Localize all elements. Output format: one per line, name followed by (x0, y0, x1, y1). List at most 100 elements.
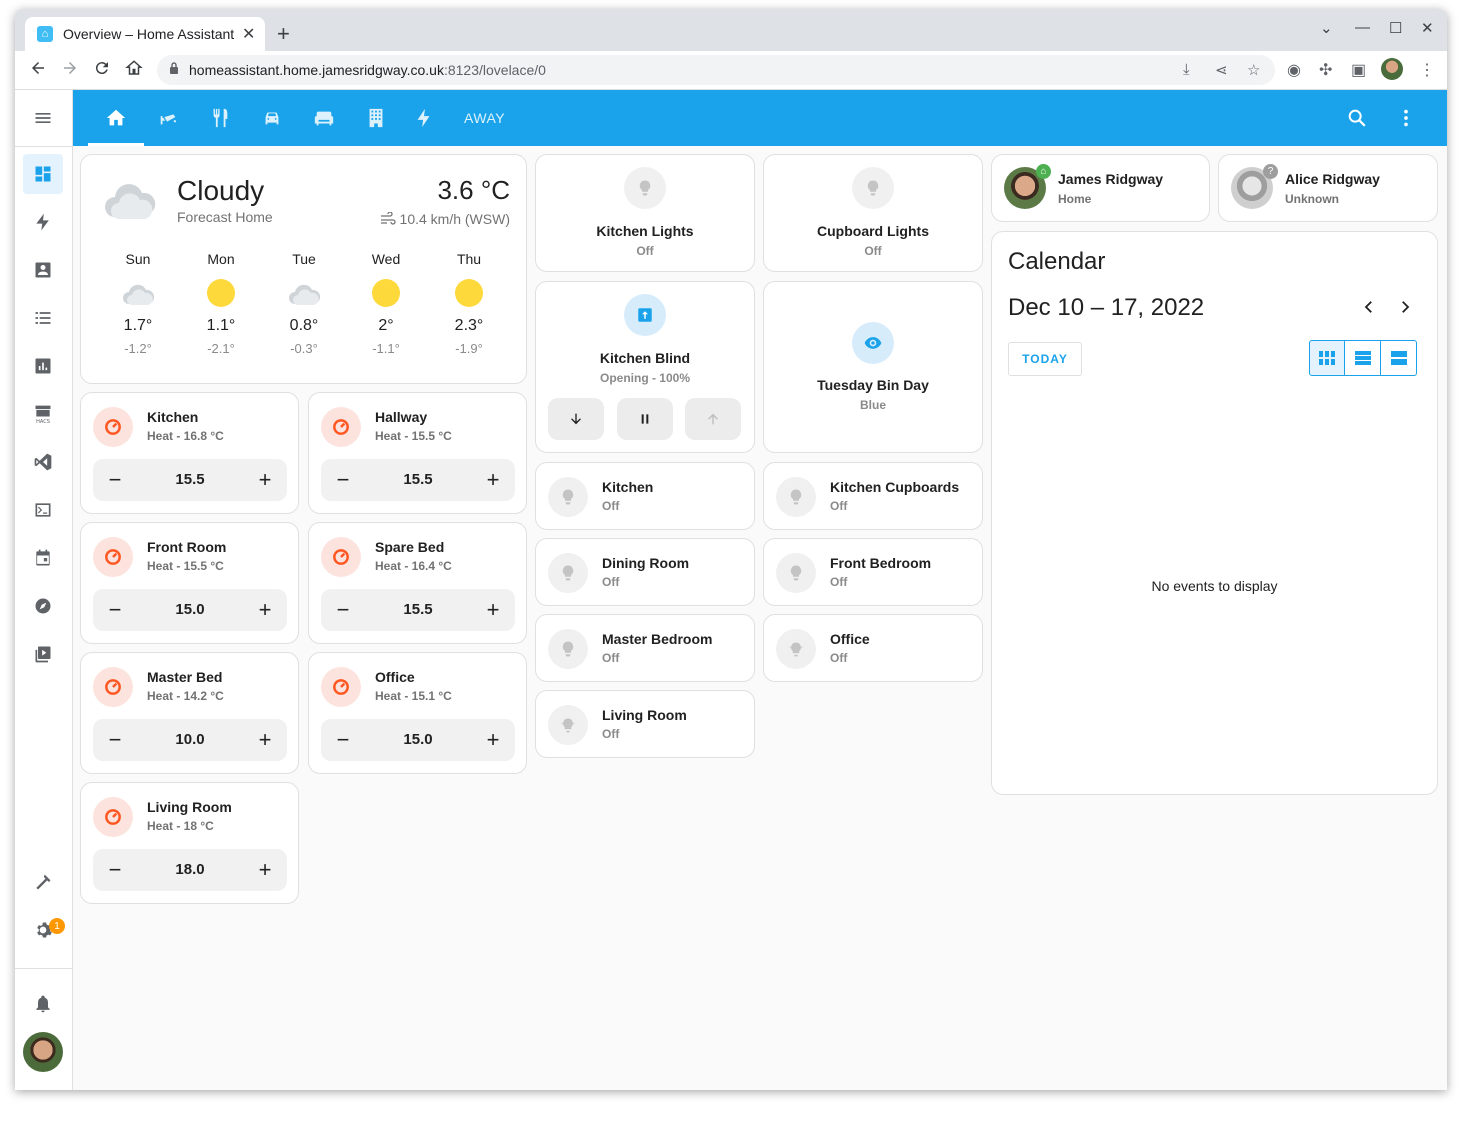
light-tile[interactable]: Kitchen Cupboards Off (763, 462, 983, 530)
tab-energy[interactable] (412, 106, 436, 130)
light-tile[interactable]: Kitchen Off (535, 462, 755, 530)
light-tile[interactable]: Dining Room Off (535, 538, 755, 606)
tab-home[interactable] (88, 106, 144, 146)
sidebar-item-terminal[interactable] (23, 490, 63, 530)
close-window-icon[interactable]: ✕ (1421, 19, 1434, 37)
tab-living-room[interactable] (312, 106, 336, 130)
light-tile[interactable]: Front Bedroom Off (763, 538, 983, 606)
thermostat-card[interactable]: Kitchen Heat - 16.8 °C − 15.5 + (80, 392, 299, 514)
tab-search-icon[interactable]: ⌄ (1320, 19, 1333, 37)
sidebar-item-map[interactable] (23, 586, 63, 626)
reload-icon[interactable] (93, 59, 111, 82)
lightbulb-icon[interactable] (776, 553, 816, 593)
thermostat-icon[interactable] (93, 797, 133, 837)
increase-temperature-button[interactable]: + (481, 467, 505, 493)
extensions-puzzle-icon[interactable]: ✣ (1319, 60, 1332, 80)
kitchen-blind-card[interactable]: Kitchen Blind Opening - 100% (535, 281, 755, 453)
lightbulb-icon[interactable] (548, 477, 588, 517)
decrease-temperature-button[interactable]: − (103, 727, 127, 753)
sidebar-item-calendar[interactable] (23, 538, 63, 578)
chevron-left-icon[interactable] (1360, 298, 1378, 322)
increase-temperature-button[interactable]: + (253, 857, 277, 883)
sidebar-item-overview[interactable] (23, 154, 63, 194)
open-cover-button[interactable] (685, 398, 741, 440)
decrease-temperature-button[interactable]: − (103, 467, 127, 493)
close-cover-button[interactable] (548, 398, 604, 440)
light-tile[interactable]: Office Off (763, 614, 983, 682)
share-icon[interactable]: ⋖ (1215, 61, 1228, 79)
week-view-button[interactable] (1345, 340, 1381, 376)
thermostat-card[interactable]: Living Room Heat - 18 °C − 18.0 + (80, 782, 299, 904)
decrease-temperature-button[interactable]: − (331, 467, 355, 493)
thermostat-card[interactable]: Hallway Heat - 15.5 °C − 15.5 + (308, 392, 527, 514)
profile-avatar-icon[interactable] (1381, 58, 1403, 80)
chevron-right-icon[interactable] (1396, 298, 1414, 322)
thermostat-card[interactable]: Spare Bed Heat - 16.4 °C − 15.5 + (308, 522, 527, 644)
sidebar-item-media[interactable] (23, 634, 63, 674)
decrease-temperature-button[interactable]: − (331, 727, 355, 753)
chrome-menu-icon[interactable]: ⋮ (1419, 60, 1435, 80)
increase-temperature-button[interactable]: + (481, 727, 505, 753)
install-app-icon[interactable]: ⤓ (1183, 61, 1190, 78)
increase-temperature-button[interactable]: + (253, 727, 277, 753)
thermostat-card[interactable]: Master Bed Heat - 14.2 °C − 10.0 + (80, 652, 299, 774)
lightbulb-icon[interactable] (548, 629, 588, 669)
day-view-button[interactable] (1381, 340, 1417, 376)
thermostat-card[interactable]: Office Heat - 15.1 °C − 15.0 + (308, 652, 527, 774)
tab-garage[interactable] (260, 106, 284, 130)
decrease-temperature-button[interactable]: − (331, 597, 355, 623)
thermostat-icon[interactable] (93, 407, 133, 447)
address-bar[interactable]: homeassistant.home.jamesridgway.co.uk:81… (157, 55, 1275, 85)
person-card[interactable]: ? Alice Ridgway Unknown (1218, 154, 1438, 222)
sidebar-item-developer-tools[interactable] (23, 862, 63, 902)
new-tab-icon[interactable]: + (277, 21, 290, 47)
thermostat-icon[interactable] (93, 537, 133, 577)
menu-hamburger-icon[interactable] (23, 98, 63, 138)
tab-away[interactable]: AWAY (464, 110, 505, 126)
increase-temperature-button[interactable]: + (253, 467, 277, 493)
tab-building[interactable] (364, 106, 388, 130)
today-button[interactable]: TODAY (1008, 342, 1082, 376)
extension-password-icon[interactable]: ◉ (1287, 60, 1301, 80)
sidebar-item-hacs[interactable]: HACS (23, 394, 63, 434)
sidebar-item-notifications[interactable] (23, 984, 63, 1024)
stop-cover-button[interactable] (617, 398, 673, 440)
thermostat-icon[interactable] (321, 537, 361, 577)
lightbulb-icon[interactable] (548, 553, 588, 593)
lightbulb-icon[interactable] (776, 477, 816, 517)
home-icon[interactable] (125, 59, 143, 82)
close-tab-icon[interactable]: ✕ (242, 24, 255, 44)
sidebar-item-list[interactable] (23, 298, 63, 338)
thermostat-icon[interactable] (321, 407, 361, 447)
maximize-icon[interactable]: ☐ (1389, 19, 1402, 37)
sidebar-item-history[interactable] (23, 346, 63, 386)
bin-day-card[interactable]: Tuesday Bin Day Blue (763, 281, 983, 453)
decrease-temperature-button[interactable]: − (103, 597, 127, 623)
sidebar-item-vscode[interactable] (23, 442, 63, 482)
thermostat-card[interactable]: Front Room Heat - 15.5 °C − 15.0 + (80, 522, 299, 644)
kitchen-lights-button[interactable]: Kitchen Lights Off (535, 154, 755, 272)
tab-security[interactable] (156, 106, 180, 130)
thermostat-icon[interactable] (321, 667, 361, 707)
overflow-menu-icon[interactable] (1394, 106, 1418, 130)
user-profile-avatar[interactable] (23, 1032, 63, 1072)
decrease-temperature-button[interactable]: − (103, 857, 127, 883)
tab-kitchen[interactable] (208, 106, 232, 130)
month-view-button[interactable] (1309, 340, 1345, 376)
thermostat-icon[interactable] (93, 667, 133, 707)
bookmark-star-icon[interactable]: ☆ (1247, 61, 1260, 79)
weather-card[interactable]: Cloudy Forecast Home 3.6 °C 10.4 km/h (W… (80, 154, 527, 384)
ceiling-light-group-icon[interactable] (548, 705, 588, 745)
increase-temperature-button[interactable]: + (253, 597, 277, 623)
cupboard-lights-button[interactable]: Cupboard Lights Off (763, 154, 983, 272)
sidebar-item-energy[interactable] (23, 202, 63, 242)
ceiling-light-group-icon[interactable] (776, 629, 816, 669)
back-icon[interactable] (29, 59, 47, 82)
minimize-icon[interactable]: — (1355, 19, 1370, 36)
side-panel-icon[interactable]: ▣ (1351, 60, 1366, 80)
browser-tab[interactable]: ⌂ Overview – Home Assistant ✕ (25, 17, 265, 51)
light-tile[interactable]: Living Room Off (535, 690, 755, 758)
increase-temperature-button[interactable]: + (481, 597, 505, 623)
person-card[interactable]: ⌂ James Ridgway Home (991, 154, 1210, 222)
sidebar-item-logbook[interactable] (23, 250, 63, 290)
